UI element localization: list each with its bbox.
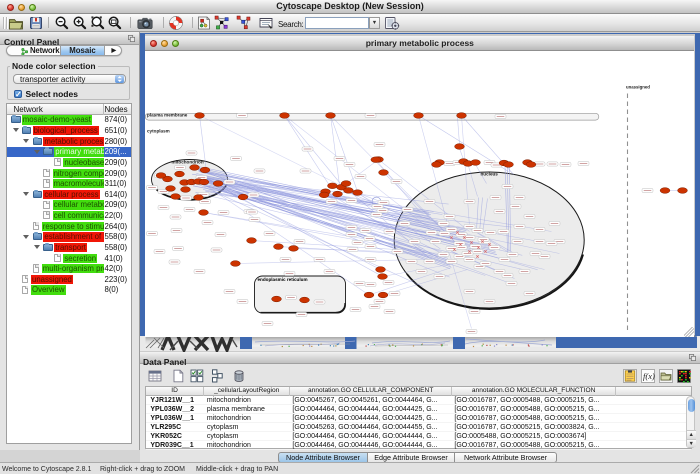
svg-text:plasma membrane: plasma membrane: [147, 112, 188, 117]
svg-text:nucleus: nucleus: [481, 171, 499, 176]
svg-text:mitochondrion: mitochondrion: [172, 159, 204, 164]
svg-text:cytoplasm: cytoplasm: [147, 128, 170, 133]
svg-text:unassigned: unassigned: [626, 84, 650, 89]
svg-text:endoplasmic reticulum: endoplasmic reticulum: [258, 277, 308, 282]
svg-text:f(x): f(x): [643, 371, 655, 381]
